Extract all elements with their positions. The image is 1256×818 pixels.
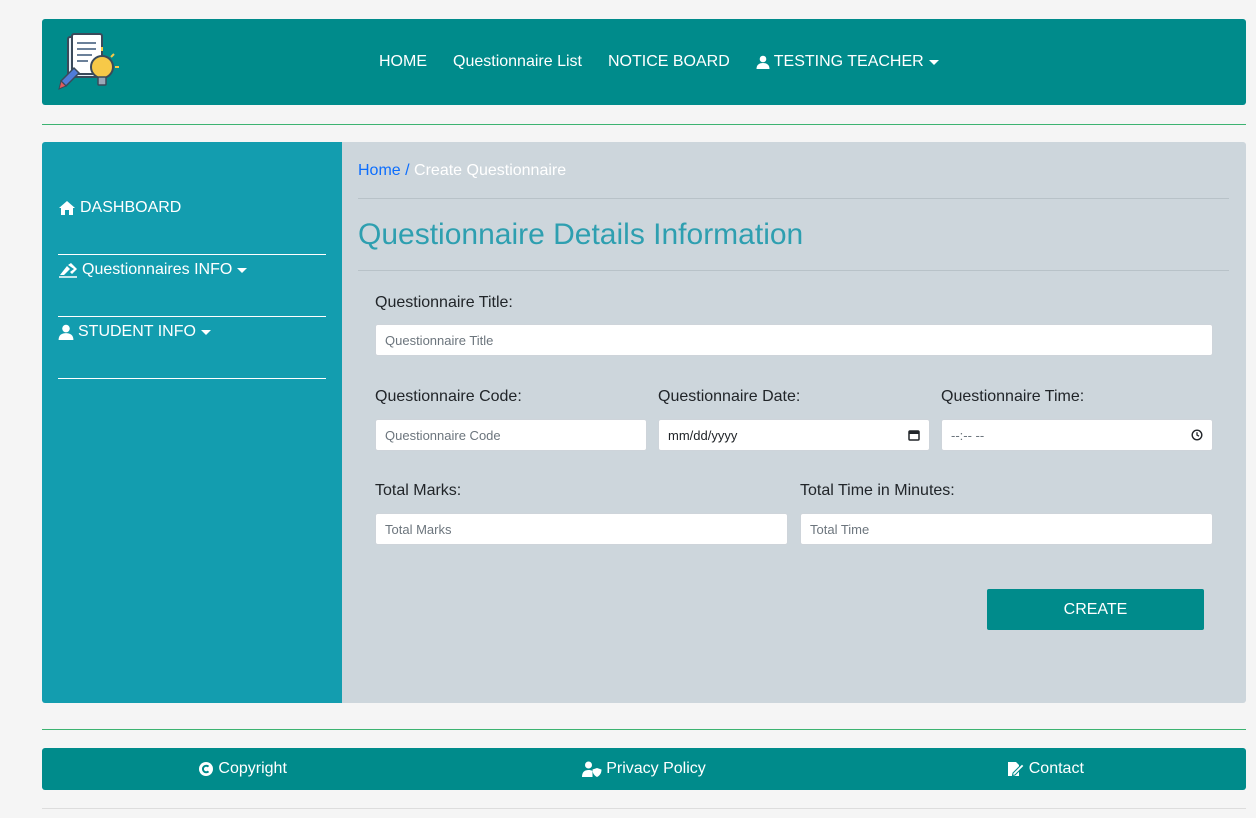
pen-icon	[58, 262, 78, 278]
questionnaire-code-label: Questionnaire Code:	[375, 388, 522, 405]
footer-privacy-policy[interactable]: Privacy Policy	[443, 748, 844, 790]
footer-copyright-label: Copyright	[218, 760, 287, 777]
caret-down-icon	[200, 330, 211, 335]
home-icon	[58, 200, 76, 216]
breadcrumb-home-link[interactable]: Home	[358, 162, 401, 179]
caret-down-icon	[928, 59, 939, 65]
total-marks-input[interactable]: Total Marks	[375, 513, 788, 545]
total-marks-label: Total Marks:	[375, 482, 462, 499]
questionnaire-date-value: mm/dd/yyyy	[668, 427, 738, 443]
nav-notice-board[interactable]: NOTICE BOARD	[608, 53, 730, 71]
nav-notice-board-label: NOTICE BOARD	[607, 53, 730, 70]
total-time-input[interactable]: Total Time	[800, 513, 1213, 545]
create-button[interactable]: CREATE	[987, 589, 1204, 630]
nav-user-menu-label: TESTING TEACHER	[773, 53, 924, 70]
questionnaire-time-value: --:-- --	[951, 427, 985, 443]
footer-privacy-policy-label: Privacy Policy	[606, 760, 706, 777]
nav-user-menu[interactable]: TESTING TEACHER	[756, 53, 939, 71]
top-navbar: HOME Questionnaire List NOTICE BOARD TES…	[42, 19, 1246, 105]
content-area: Home / Create Questionnaire Questionnair…	[342, 142, 1246, 703]
questionnaire-date-input[interactable]: mm/dd/yyyy	[658, 419, 930, 451]
nav-questionnaire-list-label: Questionnaire List	[453, 53, 582, 70]
total-marks-placeholder: Total Marks	[385, 521, 452, 537]
sidebar: DASHBOARD Questionnaires INFO STUDENT IN…	[42, 142, 342, 703]
footer-contact[interactable]: Contact	[845, 748, 1246, 790]
copyright-icon	[198, 761, 214, 777]
calendar-icon[interactable]	[908, 429, 920, 441]
main-panel: DASHBOARD Questionnaires INFO STUDENT IN…	[42, 142, 1246, 703]
total-time-placeholder: Total Time	[810, 521, 870, 537]
sidebar-item-student-info-label: STUDENT INFO	[78, 323, 196, 340]
user-icon	[58, 324, 74, 340]
user-shield-icon	[582, 761, 602, 777]
app-logo-icon[interactable]	[58, 31, 122, 95]
total-time-label: Total Time in Minutes:	[800, 482, 955, 499]
nav-home[interactable]: HOME	[379, 53, 427, 71]
clock-icon[interactable]	[1191, 429, 1203, 441]
breadcrumb: Home / Create Questionnaire	[358, 162, 566, 180]
sidebar-item-questionnaires-info[interactable]: Questionnaires INFO	[58, 255, 326, 317]
breadcrumb-divider	[358, 198, 1229, 199]
questionnaire-code-placeholder: Questionnaire Code	[385, 427, 501, 443]
breadcrumb-separator: /	[400, 162, 415, 179]
nav-home-label: HOME	[379, 53, 427, 70]
footer-divider	[42, 729, 1246, 730]
bottom-divider	[42, 808, 1246, 809]
sidebar-item-questionnaires-info-label: Questionnaires INFO	[82, 261, 233, 278]
questionnaire-date-label: Questionnaire Date:	[658, 388, 801, 405]
questionnaire-title-input[interactable]: Questionnaire Title	[375, 324, 1213, 356]
breadcrumb-current: Create Questionnaire	[414, 162, 567, 179]
sidebar-item-dashboard[interactable]: DASHBOARD	[58, 193, 326, 255]
questionnaire-code-input[interactable]: Questionnaire Code	[375, 419, 647, 451]
caret-down-icon	[237, 268, 248, 273]
user-icon	[756, 55, 770, 69]
nav-questionnaire-list[interactable]: Questionnaire List	[453, 53, 582, 71]
edit-document-icon	[1007, 761, 1025, 777]
questionnaire-title-placeholder: Questionnaire Title	[385, 332, 494, 348]
main-nav: HOME Questionnaire List NOTICE BOARD TES…	[379, 19, 965, 105]
footer: Copyright Privacy Policy Contact	[42, 748, 1246, 790]
footer-copyright[interactable]: Copyright	[42, 748, 443, 790]
page-title: Questionnaire Details Information	[358, 218, 804, 251]
questionnaire-time-input[interactable]: --:-- --	[941, 419, 1213, 451]
title-divider	[358, 270, 1229, 271]
questionnaire-time-label: Questionnaire Time:	[941, 388, 1085, 405]
sidebar-item-student-info[interactable]: STUDENT INFO	[58, 317, 326, 379]
header-divider	[42, 124, 1246, 125]
questionnaire-title-label: Questionnaire Title:	[375, 294, 513, 311]
footer-contact-label: Contact	[1028, 760, 1084, 777]
sidebar-item-dashboard-label: DASHBOARD	[80, 199, 182, 216]
